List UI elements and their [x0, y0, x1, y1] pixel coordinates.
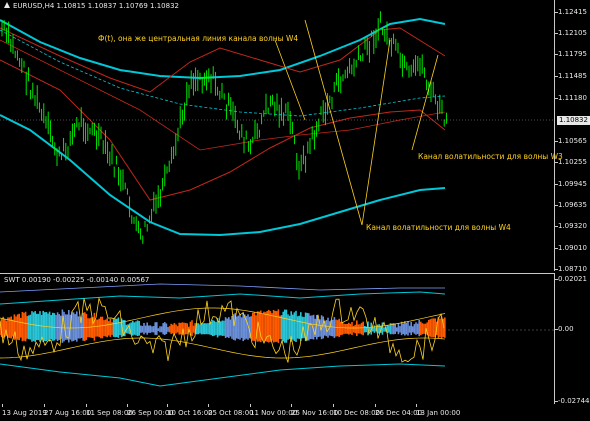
chart-type-icon	[4, 2, 10, 9]
channel-lower-red	[0, 59, 446, 201]
center-line-annotation: Ф(t), она же центральная линия канала во…	[98, 34, 299, 43]
time-label: 25 Nov 16:00	[291, 404, 339, 417]
indicator-lower-cyan	[0, 363, 446, 387]
time-axis[interactable]: 13 Aug 2019 27 Aug 16:00 11 Sep 08:00 26…	[0, 404, 590, 421]
time-label: 27 Aug 16:00	[44, 404, 92, 417]
time-label: 10 Oct 16:00	[167, 404, 213, 417]
price-axis[interactable]: 1.12415 1.12105 1.11795 1.11485 1.11180 …	[555, 0, 590, 273]
price-tick: 1.09320	[555, 222, 587, 230]
indicator-plot	[0, 283, 555, 387]
price-tick: 1.09010	[555, 244, 587, 252]
price-tick: 1.12105	[555, 29, 587, 37]
price-tick: 1.10255	[555, 158, 587, 166]
indicator-info: SWT 0.00190 -0.00225 -0.00140 0.00567	[4, 276, 150, 284]
channel-w4-annotation: Канал волатильности для волны W4	[366, 223, 511, 232]
time-label: 13 Aug 2019	[2, 404, 47, 417]
annotation-pointer-w4	[304, 19, 391, 226]
price-tick: 1.11795	[555, 50, 587, 58]
indicator-axis[interactable]: 0.02021 0.00 -0.02744	[554, 273, 590, 405]
price-tick: 1.12415	[555, 8, 587, 16]
symbol-info: EURUSD,H4 1.10815 1.10837 1.10769 1.1083…	[13, 2, 179, 10]
symbol-header: EURUSD,H4 1.10815 1.10837 1.10769 1.1083…	[4, 2, 179, 10]
price-tick: 1.09635	[555, 201, 587, 209]
indicator-upper-cyan	[0, 291, 446, 305]
price-tick: 1.10565	[555, 137, 587, 145]
price-tick: 1.11485	[555, 72, 587, 80]
indicator-pane[interactable]: SWT 0.00190 -0.00225 -0.00140 0.00567	[0, 273, 555, 404]
current-price-tag: 1.10832	[557, 116, 590, 125]
price-chart-pane[interactable]: EURUSD,H4 1.10815 1.10837 1.10769 1.1083…	[0, 0, 563, 271]
time-label: 11 Sep 08:00	[86, 404, 133, 417]
price-tick: 1.09945	[555, 180, 587, 188]
time-label: 25 Oct 08:00	[208, 404, 254, 417]
indicator-tick: 0.00	[555, 325, 574, 333]
channel-mid-red	[0, 39, 446, 151]
indicator-tick: 0.02021	[555, 275, 587, 283]
price-tick: 1.11180	[555, 94, 587, 102]
indicator-outer-blue	[0, 283, 445, 293]
time-label: 13 Jan 00:00	[416, 404, 461, 417]
time-label: 10 Dec 08:00	[333, 404, 381, 417]
indicator-header: SWT 0.00190 -0.00225 -0.00140 0.00567	[4, 276, 149, 284]
channel-w3-annotation: Канал волатильности для волны W3	[418, 152, 563, 161]
chart-window: EURUSD,H4 1.10815 1.10837 1.10769 1.1083…	[0, 0, 590, 421]
indicator-yellow-envelope-lower	[0, 337, 446, 359]
price-tick: 1.08710	[555, 265, 587, 273]
